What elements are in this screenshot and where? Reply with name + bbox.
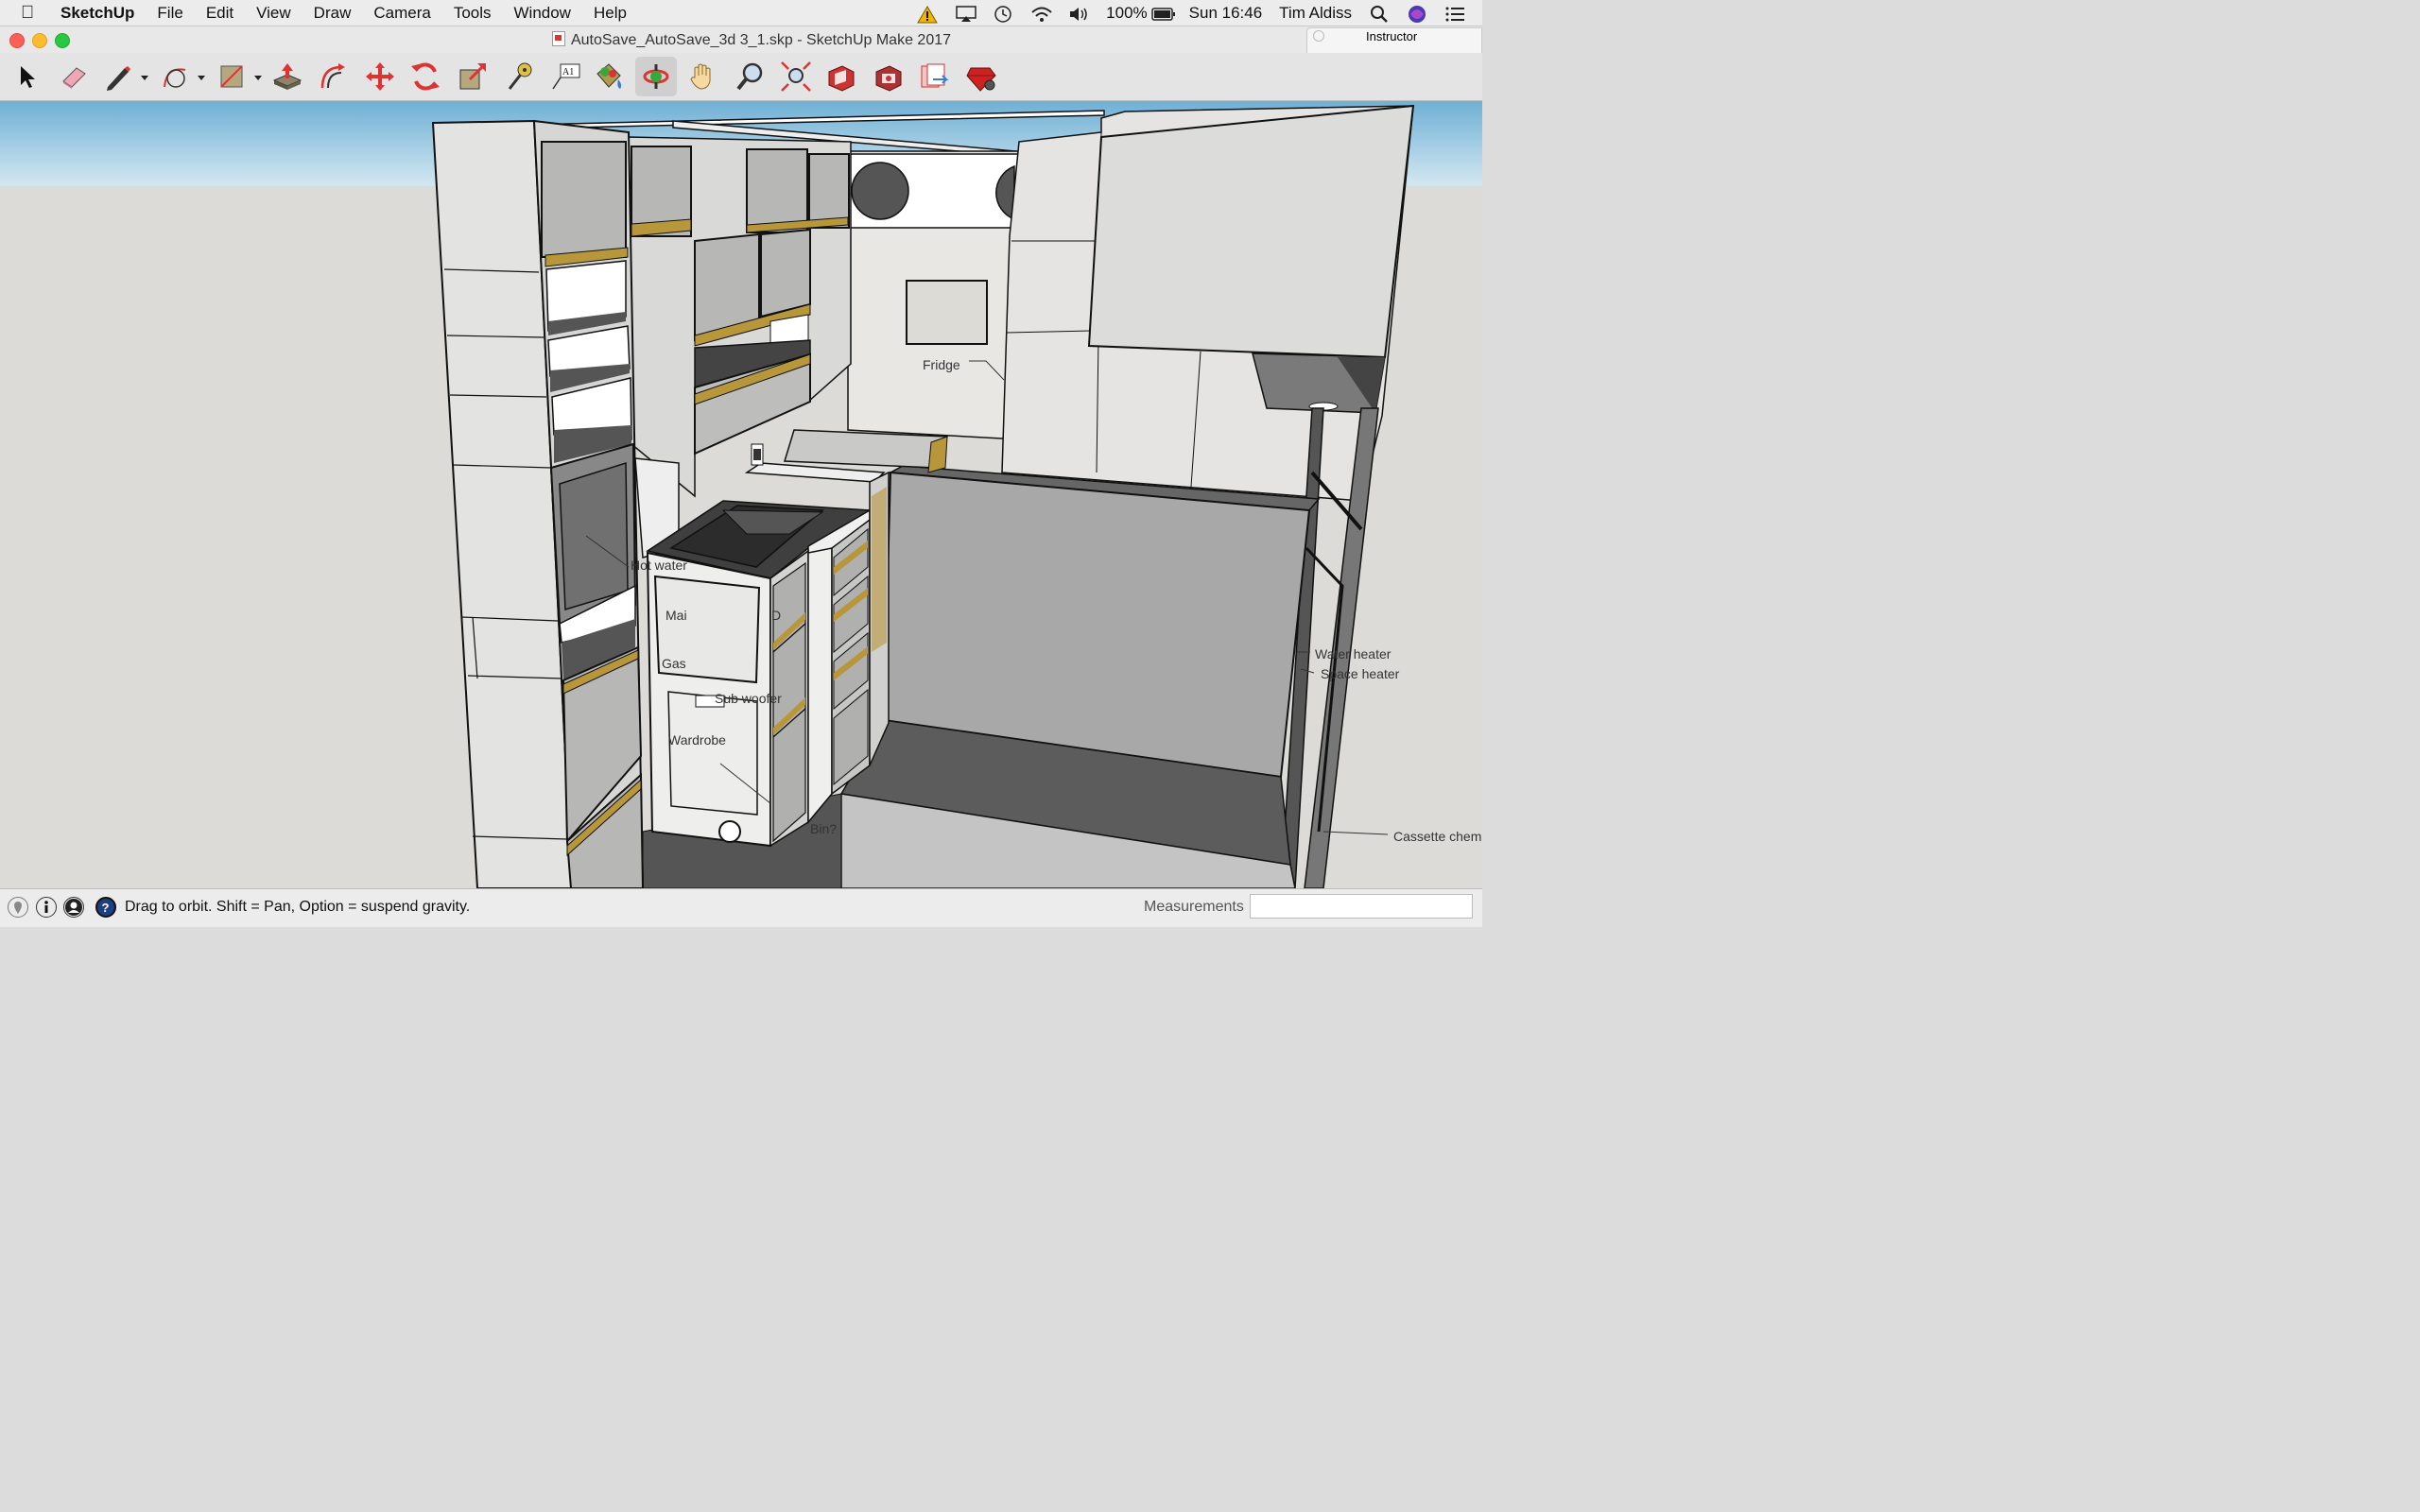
fridge bbox=[906, 280, 988, 345]
pencil-icon bbox=[107, 66, 148, 91]
label-water-heater: Water heater bbox=[1315, 646, 1392, 662]
clock[interactable]: Sun 16:46 bbox=[1189, 4, 1263, 23]
text-label-icon: A1 bbox=[552, 63, 580, 90]
geolocation-icon[interactable] bbox=[8, 897, 28, 918]
user-account-icon[interactable] bbox=[63, 897, 84, 918]
rotate-tool-button[interactable] bbox=[405, 57, 446, 96]
label-wardrobe: Wardrobe bbox=[668, 732, 726, 747]
ruby-gem-icon bbox=[966, 67, 996, 92]
pan-tool-button[interactable] bbox=[683, 57, 724, 96]
model-canvas[interactable]: Fridge Hot water Mai Gas D Sub woofer Wa… bbox=[0, 101, 1482, 888]
notification-center-icon[interactable] bbox=[1444, 5, 1465, 22]
spotlight-search-icon[interactable] bbox=[1369, 5, 1390, 23]
scale-icon bbox=[459, 62, 487, 90]
layout-icon bbox=[921, 63, 949, 88]
arc-icon bbox=[164, 68, 205, 88]
zoom-tool-button[interactable] bbox=[730, 57, 771, 96]
zoom-extents-tool-button[interactable] bbox=[775, 57, 817, 96]
time-machine-icon[interactable] bbox=[993, 5, 1013, 23]
menu-window[interactable]: Window bbox=[514, 4, 571, 23]
orbit-icon bbox=[643, 64, 669, 89]
arc-tool-button[interactable] bbox=[157, 57, 208, 96]
instructor-help-icon[interactable]: ? bbox=[95, 897, 116, 918]
push-pull-tool-button[interactable] bbox=[267, 57, 308, 96]
menu-tools[interactable]: Tools bbox=[454, 4, 492, 23]
tape-measure-icon bbox=[508, 62, 532, 90]
layout-button[interactable] bbox=[913, 57, 955, 96]
menu-bar:  SketchUp File Edit View Draw Camera To… bbox=[0, 0, 1482, 26]
offset-icon bbox=[320, 63, 345, 89]
3d-warehouse-icon bbox=[828, 65, 855, 92]
pan-hand-icon bbox=[690, 63, 711, 90]
eraser-icon bbox=[62, 67, 86, 89]
menu-edit[interactable]: Edit bbox=[206, 4, 233, 23]
user-name[interactable]: Tim Aldiss bbox=[1279, 4, 1352, 23]
label-fridge: Fridge bbox=[923, 357, 960, 372]
extension-warehouse-button[interactable] bbox=[868, 57, 909, 96]
model-viewport[interactable]: Fridge Hot water Mai Gas D Sub woofer Wa… bbox=[0, 101, 1482, 888]
svg-text:?: ? bbox=[102, 901, 110, 915]
move-icon bbox=[366, 62, 394, 91]
move-tool-button[interactable] bbox=[359, 57, 401, 96]
volume-icon[interactable] bbox=[1068, 5, 1089, 22]
label-hot-water: Hot water bbox=[631, 558, 687, 573]
credits-icon[interactable] bbox=[36, 897, 57, 918]
measurements-input[interactable] bbox=[1250, 894, 1473, 919]
zoom-extents-icon bbox=[781, 61, 811, 92]
window-title: AutoSave_AutoSave_3d 3_1.skp - SketchUp … bbox=[0, 31, 1503, 49]
airplay-icon[interactable] bbox=[955, 5, 977, 22]
battery-icon[interactable] bbox=[1150, 5, 1175, 22]
menu-view[interactable]: View bbox=[256, 4, 291, 23]
rectangle-tool-button[interactable] bbox=[214, 57, 265, 96]
zoom-magnifier-icon bbox=[736, 62, 763, 91]
label-gas: Gas bbox=[662, 656, 686, 671]
menu-draw[interactable]: Draw bbox=[314, 4, 352, 23]
siri-icon[interactable] bbox=[1407, 5, 1427, 23]
document-icon bbox=[551, 31, 565, 46]
measurements-label: Measurements bbox=[1144, 899, 1244, 915]
label-cassette: Cassette chem bbox=[1393, 829, 1481, 844]
apple-menu-icon[interactable]:  bbox=[21, 3, 43, 24]
text-tool-glyph: A1 bbox=[562, 67, 574, 77]
warning-icon[interactable] bbox=[917, 5, 939, 23]
offset-tool-button[interactable] bbox=[312, 57, 354, 96]
roof-vent-left bbox=[851, 162, 909, 220]
paint-bucket-icon bbox=[596, 63, 622, 89]
battery-percent: 100% bbox=[1106, 3, 1148, 22]
rotate-icon bbox=[411, 62, 440, 91]
text-tool-button[interactable]: A1 bbox=[544, 57, 586, 96]
menu-file[interactable]: File bbox=[157, 4, 182, 23]
select-tool-button[interactable] bbox=[6, 57, 47, 96]
label-space-heater: Space heater bbox=[1321, 666, 1400, 681]
menu-app-name[interactable]: SketchUp bbox=[60, 4, 134, 23]
label-sub-woofer: Sub woofer bbox=[715, 691, 782, 706]
menu-help[interactable]: Help bbox=[594, 4, 627, 23]
select-arrow-icon bbox=[21, 66, 35, 88]
ruby-extension-button[interactable] bbox=[960, 57, 1002, 96]
status-bar: ? Drag to orbit. Shift = Pan, Option = s… bbox=[0, 888, 1482, 927]
rectangle-icon bbox=[220, 65, 262, 88]
wifi-icon[interactable] bbox=[1030, 5, 1052, 22]
window-title-bar: AutoSave_AutoSave_3d 3_1.skp - SketchUp … bbox=[0, 26, 1482, 53]
status-hint-text: Drag to orbit. Shift = Pan, Option = sus… bbox=[125, 899, 471, 915]
label-main: Mai bbox=[666, 608, 687, 623]
panel-collapse-icon[interactable] bbox=[1313, 30, 1324, 42]
extension-warehouse-icon bbox=[875, 65, 902, 92]
label-d: D bbox=[771, 608, 781, 623]
overhead-locker-right bbox=[1087, 104, 1415, 359]
paint-bucket-tool-button[interactable] bbox=[588, 57, 630, 96]
3d-warehouse-button[interactable] bbox=[821, 57, 862, 96]
orbit-tool-button[interactable] bbox=[635, 57, 677, 96]
getting-started-toolbar: A1 bbox=[0, 53, 1482, 101]
pencil-tool-button[interactable] bbox=[100, 57, 151, 96]
push-pull-icon bbox=[272, 63, 302, 90]
eraser-tool-button[interactable] bbox=[53, 57, 95, 96]
label-bin: Bin? bbox=[810, 821, 837, 836]
scale-tool-button[interactable] bbox=[452, 57, 493, 96]
menu-camera[interactable]: Camera bbox=[373, 4, 430, 23]
tape-measure-tool-button[interactable] bbox=[497, 57, 539, 96]
